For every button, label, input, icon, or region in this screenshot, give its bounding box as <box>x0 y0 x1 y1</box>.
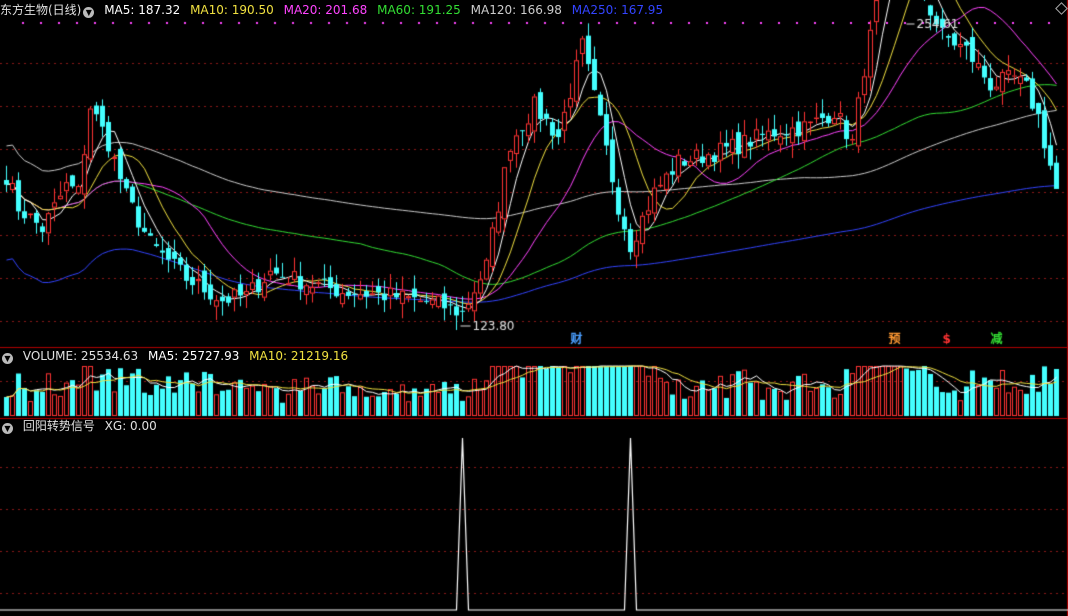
dropdown-circle-icon[interactable]: ▼ <box>2 353 13 364</box>
main-chart-header: 东方生物(日线) ▼ MA5: 187.32 MA10: 190.50 MA20:… <box>0 1 669 19</box>
volume-value: VOLUME: 25534.63 <box>22 349 139 363</box>
ma5-label: MA5: 187.32 <box>104 3 181 17</box>
signal-title: 回阳转势信号 <box>22 419 95 433</box>
stock-chart-canvas[interactable] <box>0 0 1068 616</box>
ma60-label: MA60: 191.25 <box>377 3 461 17</box>
ma120-label: MA120: 166.98 <box>470 3 562 17</box>
volume-ma5: MA5: 25727.93 <box>148 349 240 363</box>
ma250-label: MA250: 167.95 <box>571 3 664 17</box>
stock-title: 东方生物(日线) <box>0 3 82 17</box>
signal-xg: XG: 0.00 <box>104 419 157 433</box>
volume-ma10: MA10: 21219.16 <box>249 349 349 363</box>
dropdown-circle-icon[interactable]: ▼ <box>83 7 95 18</box>
ma20-label: MA20: 201.68 <box>283 3 368 17</box>
dropdown-circle-icon[interactable]: ▼ <box>2 423 13 434</box>
signal-header: ▼ 回阳转势信号 XG: 0.00 <box>2 417 163 435</box>
volume-header: ▼ VOLUME: 25534.63 MA5: 25727.93 MA10: 2… <box>2 347 354 365</box>
ma10-label: MA10: 190.50 <box>190 3 274 17</box>
